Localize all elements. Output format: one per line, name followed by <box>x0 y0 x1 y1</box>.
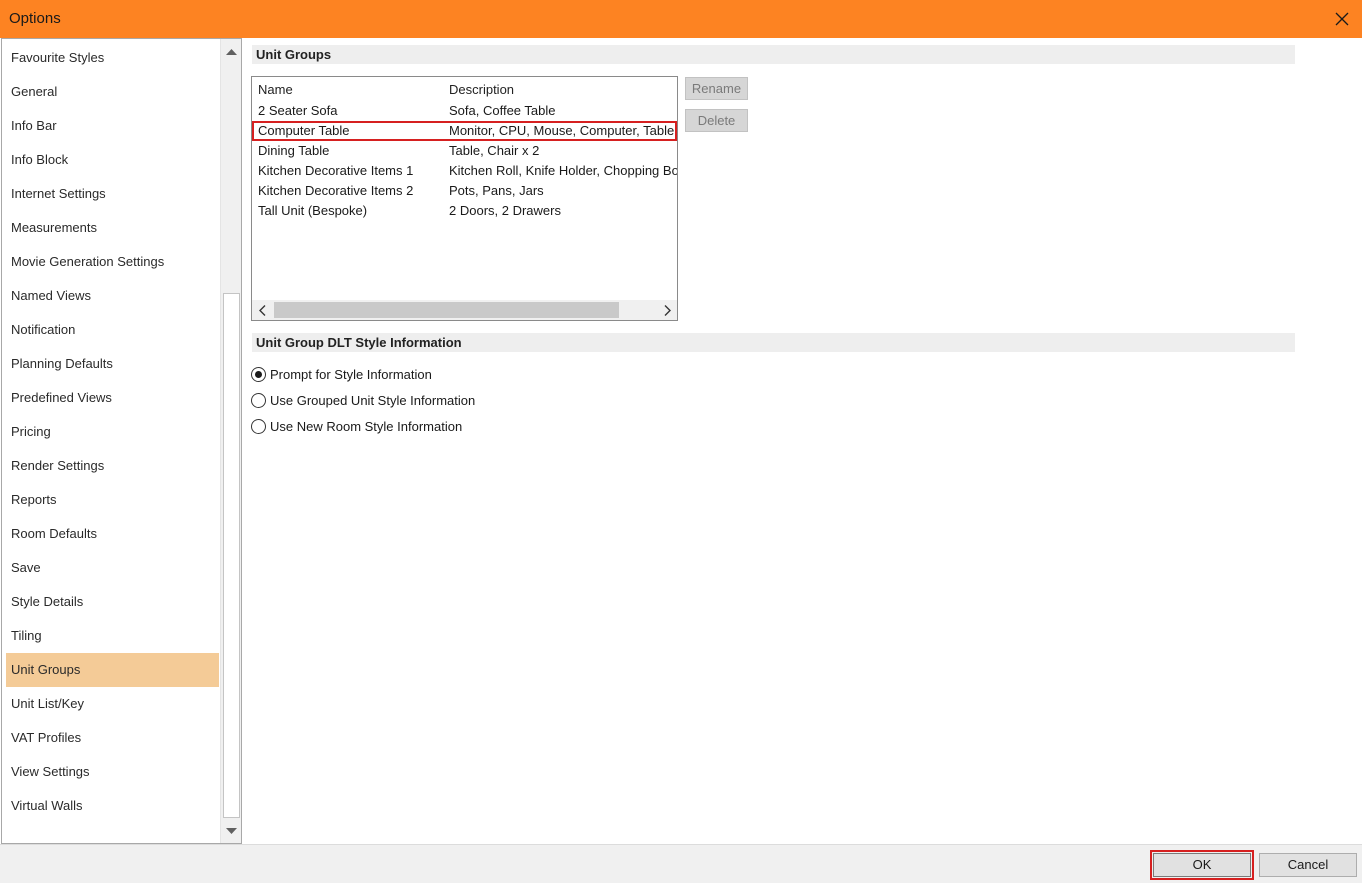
sidebar-item-reports[interactable]: Reports <box>6 483 219 517</box>
row-name: Dining Table <box>258 143 330 158</box>
sidebar-item-info-bar[interactable]: Info Bar <box>6 109 219 143</box>
scroll-down-button[interactable] <box>221 821 241 841</box>
sidebar-item-internet-settings[interactable]: Internet Settings <box>6 177 219 211</box>
radio-button[interactable] <box>251 392 266 408</box>
sidebar-item-tiling[interactable]: Tiling <box>6 619 219 653</box>
radio-label: Prompt for Style Information <box>270 366 432 382</box>
row-description: Table, Chair x 2 <box>449 143 540 158</box>
row-description: Monitor, CPU, Mouse, Computer, Table <box>449 123 675 138</box>
close-icon <box>1335 12 1349 26</box>
dlt-style-header: Unit Group DLT Style Information <box>252 333 1295 352</box>
chevron-right-icon <box>664 304 671 316</box>
radio-label: Use Grouped Unit Style Information <box>270 392 476 408</box>
window-title: Options <box>9 10 61 27</box>
sidebar-item-render-settings[interactable]: Render Settings <box>6 449 219 483</box>
title-bar: Options <box>0 0 1362 38</box>
table-row[interactable]: Kitchen Decorative Items 2 Pots, Pans, Ja… <box>252 181 677 201</box>
row-name: 2 Seater Sofa <box>258 103 338 118</box>
unit-groups-list: Name Description 2 Seater Sofa Sofa, Coff… <box>251 76 678 321</box>
sidebar-item-measurements[interactable]: Measurements <box>6 211 219 245</box>
scroll-up-button[interactable] <box>221 41 241 61</box>
ok-button[interactable]: OK <box>1150 850 1254 880</box>
radio-button[interactable] <box>251 418 266 434</box>
row-name: Kitchen Decorative Items 1 <box>258 163 414 178</box>
table-row[interactable]: Computer Table Monitor, CPU, Mouse, Compu… <box>252 121 677 141</box>
sidebar-item-planning-defaults[interactable]: Planning Defaults <box>6 347 219 381</box>
options-category-list: Favourite Styles General Info Bar Info Bloc… <box>1 38 242 844</box>
sidebar-item-view-settings[interactable]: View Settings <box>6 755 219 789</box>
close-button[interactable] <box>1322 0 1362 38</box>
radio-option[interactable]: Prompt for Style Information <box>251 364 432 384</box>
row-description: Pots, Pans, Jars <box>449 183 544 198</box>
sidebar-scrollbar[interactable] <box>220 39 241 843</box>
table-row[interactable]: Tall Unit (Bespoke) 2 Doors, 2 Drawers <box>252 201 677 221</box>
column-header-name[interactable]: Name <box>258 81 293 99</box>
chevron-left-icon <box>258 304 265 316</box>
scroll-right-button[interactable] <box>657 300 677 320</box>
sidebar-item-movie-generation-settings[interactable]: Movie Generation Settings <box>6 245 219 279</box>
sidebar-item-unit-list-key[interactable]: Unit List/Key <box>6 687 219 721</box>
sidebar-item-favourite-styles[interactable]: Favourite Styles <box>6 41 219 75</box>
row-name: Kitchen Decorative Items 2 <box>258 183 414 198</box>
radio-option[interactable]: Use Grouped Unit Style Information <box>251 390 475 410</box>
radio-selected-dot <box>255 370 262 378</box>
chevron-down-icon <box>226 827 237 834</box>
dialog-footer: OK Cancel <box>0 844 1362 883</box>
sidebar-item-predefined-views[interactable]: Predefined Views <box>6 381 219 415</box>
sidebar-item-vat-profiles[interactable]: VAT Profiles <box>6 721 219 755</box>
sidebar-item-room-defaults[interactable]: Room Defaults <box>6 517 219 551</box>
radio-button[interactable] <box>251 366 266 382</box>
radio-option[interactable]: Use New Room Style Information <box>251 416 462 436</box>
radio-label: Use New Room Style Information <box>270 418 463 434</box>
sidebar-item-unit-groups[interactable]: Unit Groups <box>6 653 219 687</box>
row-name: Tall Unit (Bespoke) <box>258 203 368 218</box>
sidebar-item-general[interactable]: General <box>6 75 219 109</box>
row-description: 2 Doors, 2 Drawers <box>449 203 561 218</box>
delete-button[interactable]: Delete <box>685 109 748 132</box>
scrollbar-thumb[interactable] <box>223 293 240 818</box>
scroll-left-button[interactable] <box>252 300 272 320</box>
unit-groups-header: Unit Groups <box>252 45 1295 64</box>
sidebar-item-named-views[interactable]: Named Views <box>6 279 219 313</box>
scrollbar-thumb[interactable] <box>274 302 619 318</box>
sidebar-item-notification[interactable]: Notification <box>6 313 219 347</box>
table-row[interactable]: 2 Seater Sofa Sofa, Coffee Table <box>252 101 677 121</box>
list-horizontal-scrollbar[interactable] <box>252 300 677 320</box>
sidebar-item-info-block[interactable]: Info Block <box>6 143 219 177</box>
sidebar-item-pricing[interactable]: Pricing <box>6 415 219 449</box>
sidebar-item-style-details[interactable]: Style Details <box>6 585 219 619</box>
chevron-up-icon <box>226 48 237 55</box>
cancel-button[interactable]: Cancel <box>1259 853 1357 877</box>
sidebar-item-save[interactable]: Save <box>6 551 219 585</box>
column-header-description[interactable]: Description <box>449 81 514 99</box>
row-name: Computer Table <box>258 123 350 138</box>
rename-button[interactable]: Rename <box>685 77 748 100</box>
table-row[interactable]: Dining Table Table, Chair x 2 <box>252 141 677 161</box>
row-description: Kitchen Roll, Knife Holder, Chopping Boa… <box>449 163 677 178</box>
table-row[interactable]: Kitchen Decorative Items 1 Kitchen Roll, … <box>252 161 677 181</box>
row-description: Sofa, Coffee Table <box>449 103 556 118</box>
sidebar-item-virtual-walls[interactable]: Virtual Walls <box>6 789 219 823</box>
